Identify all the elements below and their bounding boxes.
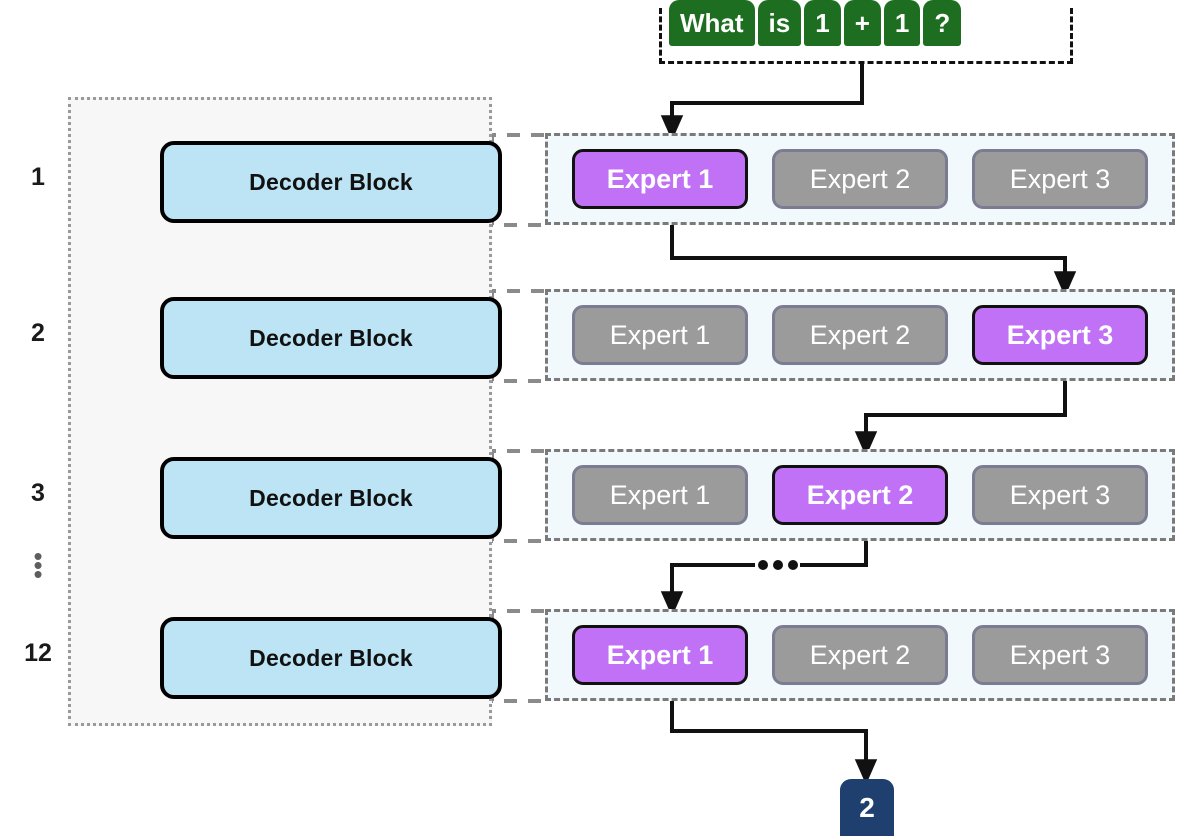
expert-row-layer-2: Expert 1 Expert 2 Expert 3 <box>545 289 1175 381</box>
expert-2-layer-2[interactable]: Expert 2 <box>772 305 948 365</box>
arrow-layer1-to-layer2 <box>670 225 1077 297</box>
prompt-token[interactable]: is <box>757 0 802 46</box>
expert-row-layer-3: Expert 1 Expert 2 Expert 3 <box>545 449 1175 541</box>
prompt-token-row: What is 1 + 1 ? <box>662 0 968 46</box>
prompt-token[interactable]: ? <box>923 0 962 46</box>
layer-index-1: 1 <box>31 163 45 191</box>
layer-index-12: 12 <box>24 639 52 667</box>
arrow-prompt-to-layer1 <box>660 64 864 141</box>
layer-index-2: 2 <box>31 319 45 347</box>
prompt-token[interactable]: 1 <box>804 0 841 46</box>
layer-index-3: 3 <box>31 479 45 507</box>
prompt-token[interactable]: What <box>669 0 755 46</box>
expert-1-layer-1[interactable]: Expert 1 <box>572 149 748 209</box>
expert-row-layer-1: Expert 1 Expert 2 Expert 3 <box>545 133 1175 225</box>
decoder-stack: Decoder Block Decoder Block Decoder Bloc… <box>68 97 502 726</box>
decoder-block-3[interactable]: Decoder Block <box>160 457 502 539</box>
expert-3-layer-1[interactable]: Expert 3 <box>972 149 1148 209</box>
diagram-canvas: What is 1 + 1 ? 1 2 3 • • • 12 Decoder Blo… <box>0 0 1196 836</box>
expert-1-layer-12[interactable]: Expert 1 <box>572 625 748 685</box>
decoder-block-1[interactable]: Decoder Block <box>160 141 502 223</box>
arrow-layer3-to-layer12 <box>660 541 868 617</box>
layer-index-ellipsis: • • • <box>33 541 43 589</box>
expert-3-layer-3[interactable]: Expert 3 <box>972 465 1148 525</box>
arrow-layer12-to-answer <box>670 701 878 785</box>
prompt-token-strip: What is 1 + 1 ? <box>659 0 1073 64</box>
answer-token[interactable]: 2 <box>840 779 894 836</box>
expert-2-layer-3[interactable]: Expert 2 <box>772 465 948 525</box>
decoder-block-2[interactable]: Decoder Block <box>160 297 502 379</box>
expert-3-layer-12[interactable]: Expert 3 <box>972 625 1148 685</box>
arrow-layer2-to-layer3 <box>854 381 1067 457</box>
prompt-token[interactable]: + <box>843 0 881 46</box>
expert-2-layer-1[interactable]: Expert 2 <box>772 149 948 209</box>
prompt-token[interactable]: 1 <box>883 0 921 46</box>
decoder-block-12[interactable]: Decoder Block <box>160 617 502 699</box>
expert-2-layer-12[interactable]: Expert 2 <box>772 625 948 685</box>
expert-row-layer-12: Expert 1 Expert 2 Expert 3 <box>545 609 1175 701</box>
expert-1-layer-3[interactable]: Expert 1 <box>572 465 748 525</box>
expert-3-layer-2[interactable]: Expert 3 <box>972 305 1148 365</box>
expert-1-layer-2[interactable]: Expert 1 <box>572 305 748 365</box>
